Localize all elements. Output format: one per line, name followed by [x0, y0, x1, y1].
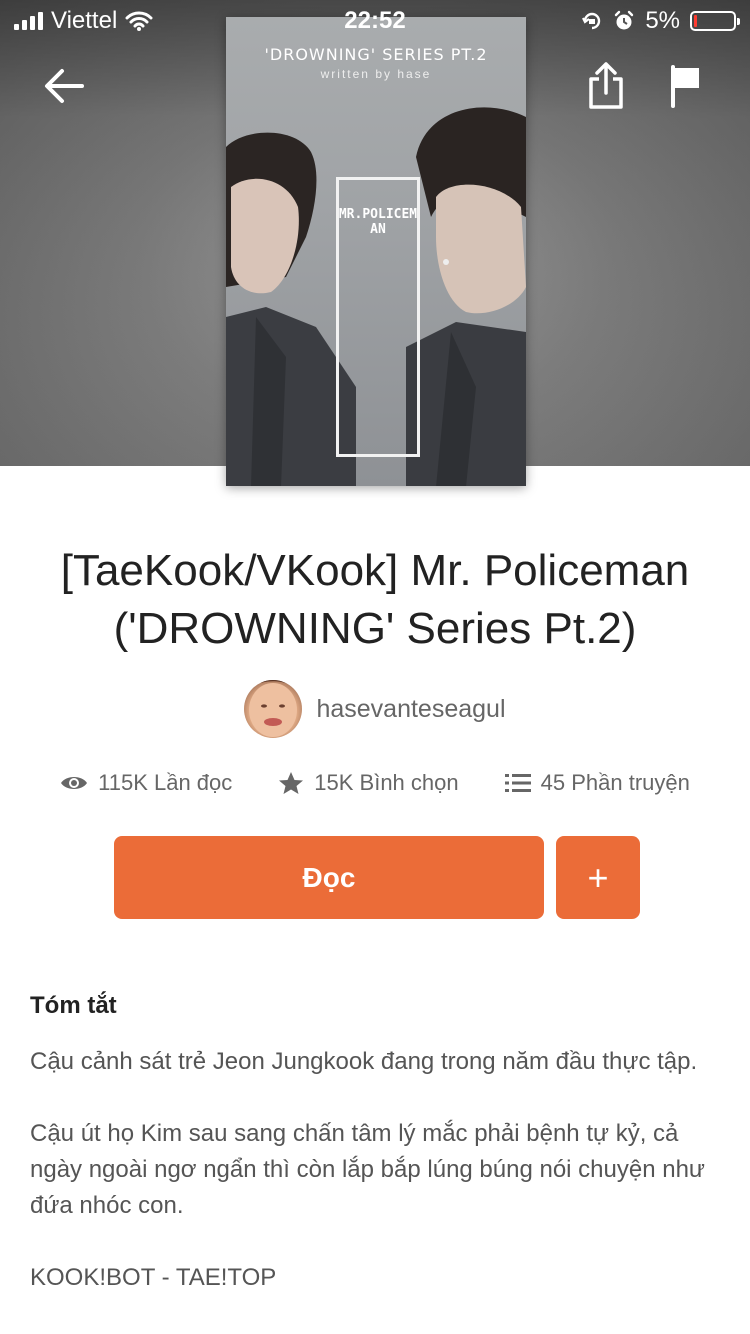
avatar-face-icon [246, 680, 301, 737]
arrow-left-icon [45, 69, 84, 103]
votes-stat: 15K Bình chọn [278, 770, 459, 796]
cover-vertical-title: MR.POLICEMAN [338, 207, 418, 237]
author-avatar[interactable] [244, 680, 303, 738]
summary-heading: Tóm tắt [30, 992, 117, 1019]
story-stats: 115K Lần đọc 15K Bình chọn 45 Phần truyệ… [0, 770, 750, 796]
report-button[interactable] [658, 58, 714, 114]
battery-fill [694, 15, 697, 27]
status-bar: Viettel 22:52 5% [0, 0, 750, 40]
share-button[interactable] [578, 58, 634, 114]
alarm-icon [615, 10, 634, 30]
summary-paragraph: Cậu út họ Kim sau sang chấn tâm lý mắc p… [30, 1120, 705, 1219]
parts-count: 45 Phần truyện [540, 770, 690, 795]
votes-count: 15K Bình chọn [314, 770, 459, 795]
battery-icon [690, 11, 740, 31]
reads-count: 115K Lần đọc [98, 770, 233, 795]
flag-icon [671, 65, 699, 108]
add-to-library-button[interactable]: + [556, 836, 640, 919]
author-row[interactable]: hasevanteseagul [0, 680, 750, 738]
parts-stat: 45 Phần truyện [504, 770, 690, 796]
summary-body: Cậu cảnh sát trẻ Jeon Jungkook đang tron… [30, 1044, 730, 1296]
reads-stat: 115K Lần đọc [60, 770, 232, 796]
share-icon [589, 62, 623, 109]
summary-paragraph: KOOK!BOT - TAE!TOP [30, 1264, 277, 1291]
eye-icon [61, 777, 88, 789]
cover-series-text: 'DROWNING' SERIES PT.2 [264, 45, 488, 64]
cover-author-text: written by hase [320, 67, 432, 81]
read-button[interactable]: Đọc [114, 836, 544, 919]
back-button[interactable] [36, 58, 92, 114]
star-icon [279, 772, 304, 794]
cover-figure-right [406, 107, 526, 486]
orientation-lock-icon [582, 12, 601, 30]
list-icon [504, 774, 531, 792]
battery-percent: 5% [645, 7, 680, 34]
book-cover[interactable]: 'DROWNING' SERIES PT.2 written by hase M… [226, 17, 526, 486]
author-name[interactable]: hasevanteseagul [316, 695, 505, 724]
summary-paragraph: Cậu cảnh sát trẻ Jeon Jungkook đang tron… [30, 1048, 698, 1075]
story-title: [TaeKook/VKook] Mr. Policeman ('DROWNING… [60, 546, 690, 653]
